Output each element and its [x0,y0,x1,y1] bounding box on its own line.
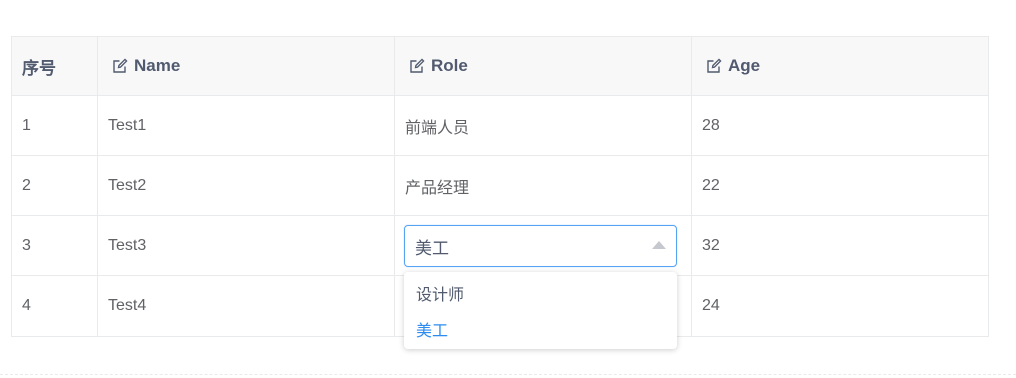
table-row: 2 Test2 产品经理 22 [12,156,988,216]
header-index: 序号 [12,37,98,95]
cell-role[interactable]: 前端人员 [395,96,692,155]
header-age[interactable]: Age [692,37,988,95]
role-option-artist[interactable]: 美工 [404,311,677,347]
cell-index: 4 [12,276,98,336]
header-role-label: Role [431,56,468,75]
cell-age[interactable]: 32 [692,216,988,275]
cell-index: 1 [12,96,98,155]
header-role[interactable]: Role [395,37,692,95]
role-select-value: 美工 [415,238,449,258]
cell-role[interactable]: 产品经理 [395,156,692,215]
divider [0,374,1016,375]
edit-icon [113,58,128,73]
table-row: 1 Test1 前端人员 28 [12,96,988,156]
role-dropdown: 设计师 美工 [404,272,677,349]
cell-index: 3 [12,216,98,275]
table-header-row: 序号 Name Role Age [12,37,988,96]
role-option-designer[interactable]: 设计师 [404,275,677,311]
header-age-label: Age [728,56,761,75]
header-index-label: 序号 [22,58,56,78]
cell-age[interactable]: 22 [692,156,988,215]
cell-name[interactable]: Test4 [98,276,395,336]
cell-name[interactable]: Test2 [98,156,395,215]
chevron-up-icon[interactable] [652,241,666,249]
cell-name[interactable]: Test1 [98,96,395,155]
edit-icon [410,58,425,73]
cell-age[interactable]: 24 [692,276,988,336]
cell-name[interactable]: Test3 [98,216,395,275]
role-select[interactable]: 美工 [404,225,677,267]
edit-icon [707,58,722,73]
cell-index: 2 [12,156,98,215]
header-name-label: Name [134,56,181,75]
cell-age[interactable]: 28 [692,96,988,155]
header-name[interactable]: Name [98,37,395,95]
